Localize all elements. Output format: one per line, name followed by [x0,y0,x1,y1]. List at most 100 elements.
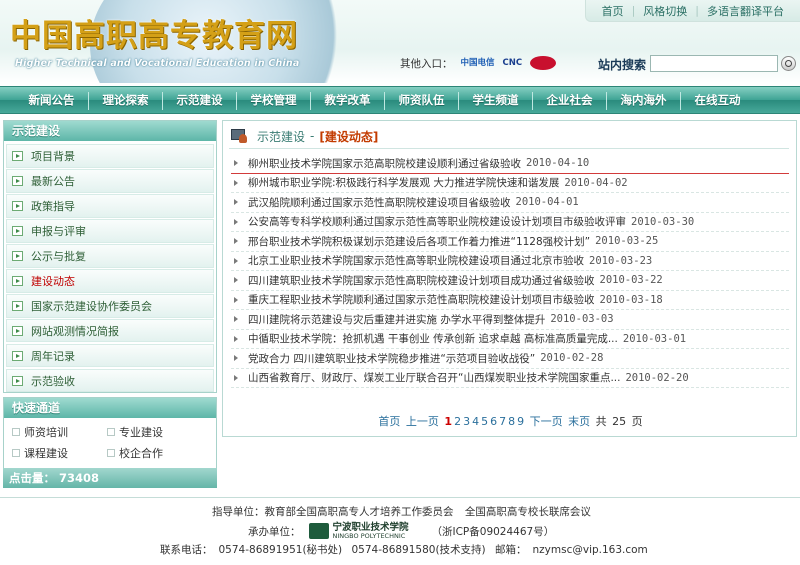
breadcrumb: 示范建设 - [建设动态] [231,127,378,145]
quick-link-school-enterprise[interactable]: 校企合作 [107,445,202,461]
article-title-link[interactable]: 重庆工程职业技术学院顺利通过国家示范性高职院校建设计划项目市级验收 [248,292,595,307]
pager-page-6[interactable]: 6 [490,415,497,428]
arrow-bullet-icon [12,375,23,386]
sidebar-item-label: 周年记录 [31,349,75,363]
sidebar-item-label: 网站观测情况简报 [31,324,119,338]
sidebar-item-briefing[interactable]: 网站观测情况简报 [6,318,214,343]
article-title-link[interactable]: 山西省教育厅、财政厅、煤炭工业厅联合召开“山西煤炭职业技术学院国家重点... [248,370,620,385]
ningbo-polytechnic-logo[interactable]: 宁波职业技术学院 NINGBO POLYTECHNIC [308,521,424,540]
breadcrumb-separator: - [310,129,315,143]
checkbox-icon [12,449,20,457]
site-title[interactable]: 中国高职高专教育网 [10,10,298,55]
sidebar-item-label: 示范验收 [31,374,75,388]
nav-overseas[interactable]: 海内海外 [607,87,680,115]
sidebar-item-background[interactable]: 项目背景 [6,144,214,168]
quick-link-teacher-training[interactable]: 师资培训 [12,424,107,440]
site-footer: 指导单位：教育部全国高职高专人才培养工作委员会 全国高职高专校长联席会议 承办单… [0,500,800,565]
footer-email[interactable]: nzymsc@vip.163.com [533,544,648,556]
visit-counter: 点击量： 73408 [3,468,217,488]
top-link-style-switch[interactable]: 风格切换 [635,3,695,19]
sidebar-item-acceptance[interactable]: 示范验收 [6,368,214,393]
quick-access-title: 快速通道 [4,398,216,418]
sidebar-item-policy[interactable]: 政策指导 [6,193,214,218]
footer-contact-label: 联系电话： [160,544,213,556]
triangle-bullet-icon [234,296,238,303]
sidebar: 示范建设 项目背景 最新公告 政策指导 申报与评审 公示与批复 建设动态 国家示… [3,120,217,492]
nav-students[interactable]: 学生频道 [459,87,532,115]
pager-page-3[interactable]: 3 [463,415,470,428]
article-title-link[interactable]: 党政合力 四川建筑职业技术学院稳步推进“示范项目验收战役” [248,351,535,366]
nav-theory[interactable]: 理论探索 [89,87,162,115]
pager-page-2[interactable]: 2 [454,415,461,428]
nav-online-interaction[interactable]: 在线互动 [681,87,754,115]
nav-teaching-reform[interactable]: 教学改革 [311,87,384,115]
cnc-logo[interactable]: CNC [503,55,523,71]
site-subtitle: Higher Technical and Vocational Educatio… [15,58,300,69]
breadcrumb-section[interactable]: 示范建设 [257,128,305,145]
article-title-link[interactable]: 中循职业技术学院：抢抓机遇 干事创业 传承创新 追求卓越 高标准高质量完成... [248,331,618,346]
red-entry-logo[interactable] [530,56,557,70]
article-title-link[interactable]: 武汉船院顺利通过国家示范性高职院校建设项目省级验收 [248,195,511,210]
list-item: 邢台职业技术学院积极谋划示范建设后各项工作着力推进“1128强校计划” 2010-… [231,232,789,252]
article-title-link[interactable]: 柳州职业技术学院国家示范高职院校建设顺利通过省级验收 [248,156,521,171]
top-link-translate[interactable]: 多语言翻译平台 [699,3,792,19]
search-icon[interactable] [781,56,796,71]
footer-phone-2: 0574-86891580(技术支持) [351,544,486,556]
china-telecom-logo[interactable]: 中国电信 [461,55,495,71]
sidebar-item-application[interactable]: 申报与评审 [6,218,214,243]
nav-enterprise[interactable]: 企业社会 [533,87,606,115]
quick-link-label: 校企合作 [119,447,163,460]
list-item: 公安高等专科学校顺利通过国家示范性高等职业院校建设设计划项目市级验收评审 2010… [231,213,789,232]
arrow-bullet-icon [12,150,23,161]
top-link-home[interactable]: 首页 [594,3,632,19]
search-input[interactable] [650,55,778,72]
host-logo-cn: 宁波职业技术学院 [332,521,409,533]
triangle-bullet-icon [234,277,238,284]
quick-link-label: 师资培训 [24,426,68,439]
quick-link-course-building[interactable]: 课程建设 [12,445,107,461]
footer-icp[interactable]: （浙ICP备09024467号） [432,524,555,539]
pager-prev[interactable]: 上一页 [406,415,439,428]
sidebar-item-publicity[interactable]: 公示与批复 [6,243,214,268]
sidebar-item-committee[interactable]: 国家示范建设协作委员会 [6,293,214,318]
article-title-link[interactable]: 公安高等专科学校顺利通过国家示范性高等职业院校建设设计划项目市级验收评审 [248,214,626,229]
pager-page-8[interactable]: 8 [508,415,515,428]
article-date: 2010-03-03 [550,313,614,326]
quick-link-label: 课程建设 [24,447,68,460]
pager-page-4[interactable]: 4 [472,415,479,428]
quick-access-grid: 师资培训 专业建设 课程建设 校企合作 [4,418,216,461]
breadcrumb-divider [229,148,789,149]
arrow-bullet-icon [12,250,23,261]
article-title-link[interactable]: 四川建筑职业技术学院国家示范性高职院校建设计划项目成功通过省级验收 [248,273,595,288]
sidebar-item-latest-notice[interactable]: 最新公告 [6,168,214,193]
article-title-link[interactable]: 柳州城市职业学院:积极践行科学发展观 大力推进学院快速和谐发展 [248,175,559,190]
sidebar-item-construction-news[interactable]: 建设动态 [6,268,214,293]
arrow-bullet-icon [12,275,23,286]
footer-guide-row: 指导单位：教育部全国高职高专人才培养工作委员会 全国高职高专校长联席会议 [212,504,591,519]
triangle-bullet-icon [234,199,238,206]
pager-first[interactable]: 首页 [378,415,400,428]
sidebar-item-label: 建设动态 [31,274,75,288]
pager-next[interactable]: 下一页 [530,415,563,428]
article-date: 2010-04-02 [564,176,628,189]
article-title-link[interactable]: 四川建院将示范建设与灾后重建并进实施 办学水平得到整体提升 [248,312,545,327]
pager-page-7[interactable]: 7 [499,415,506,428]
nav-news[interactable]: 新闻公告 [15,87,88,115]
list-item: 四川建筑职业技术学院国家示范性高职院校建设计划项目成功通过省级验收 2010-03… [231,271,789,291]
sidebar-menu-box: 示范建设 项目背景 最新公告 政策指导 申报与评审 公示与批复 建设动态 国家示… [3,120,217,393]
triangle-bullet-icon [234,238,238,245]
quick-link-major-building[interactable]: 专业建设 [107,424,202,440]
breadcrumb-current: [建设动态] [319,129,379,144]
pager-page-5[interactable]: 5 [481,415,488,428]
list-item: 北京工业职业技术学院国家示范性高等职业院校建设项目通过北京市验收 2010-03-… [231,252,789,271]
sidebar-item-label: 项目背景 [31,149,75,163]
article-title-link[interactable]: 北京工业职业技术学院国家示范性高等职业院校建设项目通过北京市验收 [248,253,584,268]
pager-page-9[interactable]: 9 [517,415,524,428]
pager-last[interactable]: 末页 [568,415,590,428]
nav-demonstration[interactable]: 示范建设 [163,87,236,115]
article-title-link[interactable]: 邢台职业技术学院积极谋划示范建设后各项工作着力推进“1128强校计划” [248,234,590,249]
nav-faculty[interactable]: 师资队伍 [385,87,458,115]
nav-school-management[interactable]: 学校管理 [237,87,310,115]
sidebar-item-anniversary[interactable]: 周年记录 [6,343,214,368]
footer-email-label: 邮箱： [495,544,527,556]
